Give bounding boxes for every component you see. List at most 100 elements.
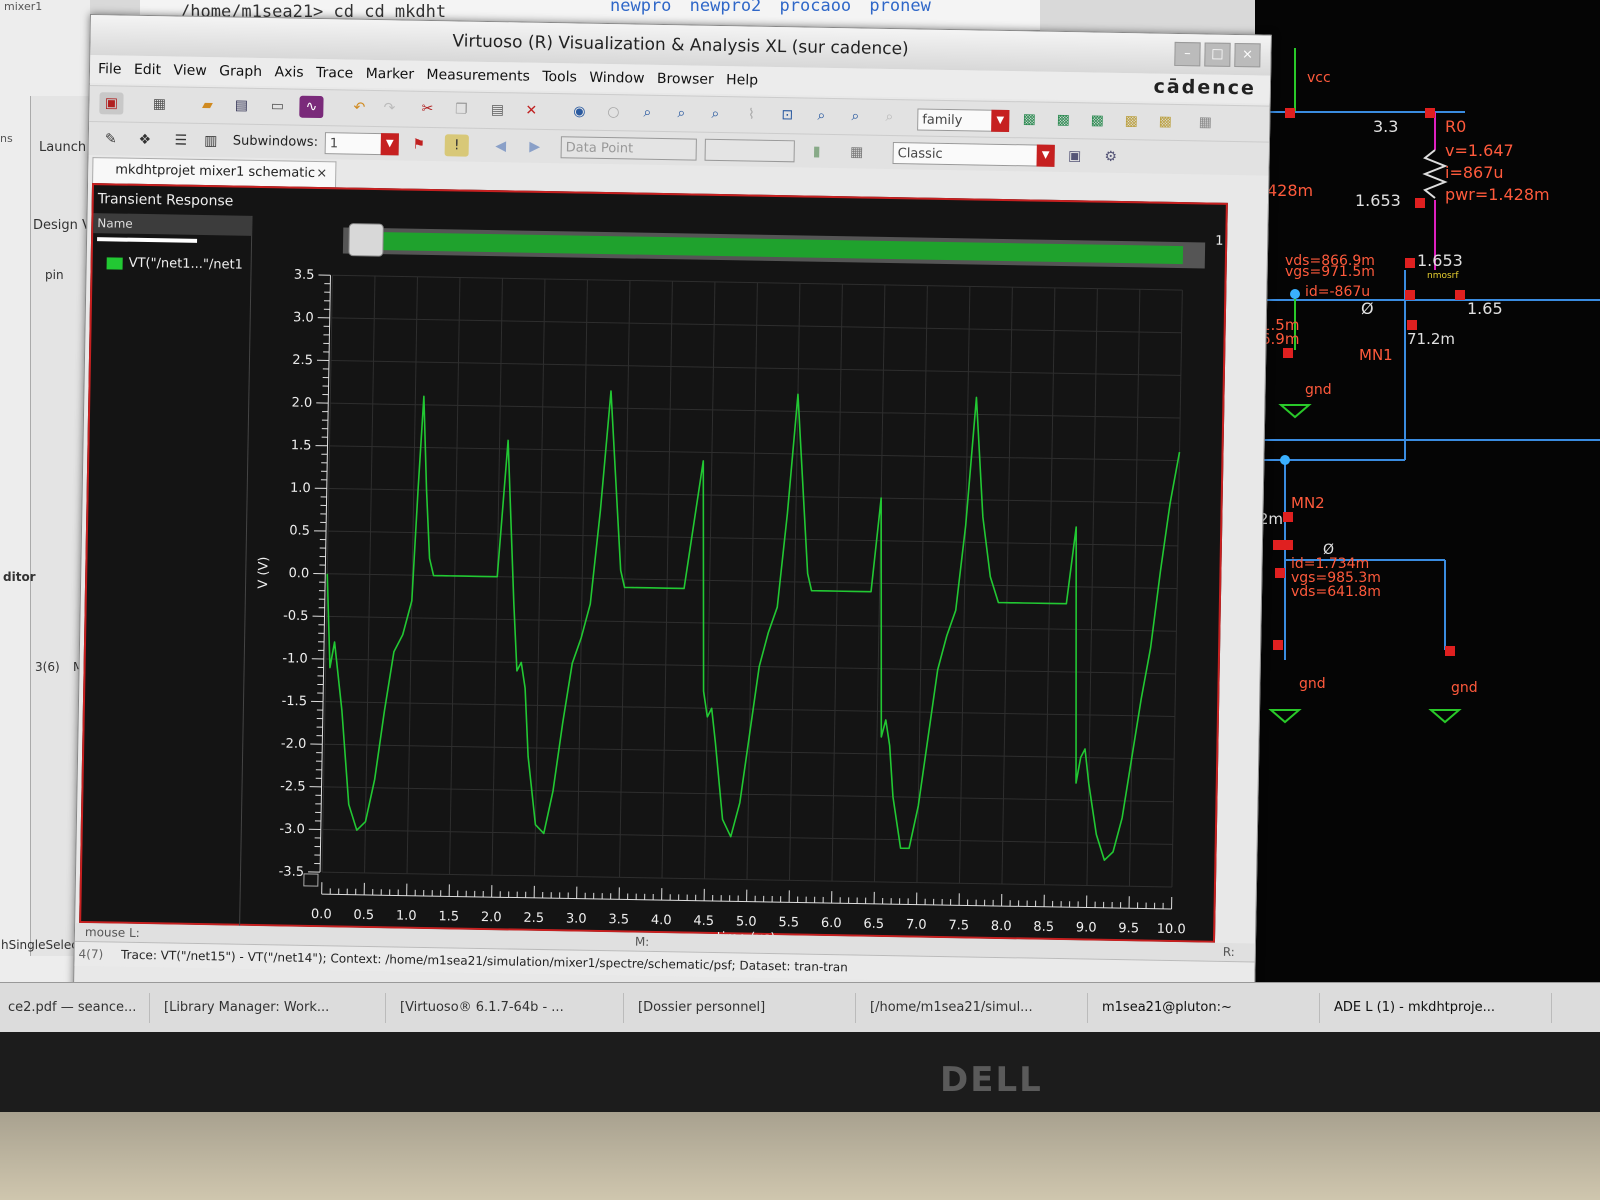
delete-icon[interactable]: ✕ — [519, 100, 543, 122]
trace-name[interactable]: VT("/net1..."/net1 — [129, 256, 243, 273]
window-icon[interactable]: ▣ — [1062, 145, 1086, 167]
waveform-icon[interactable]: ∿ — [299, 95, 324, 119]
schematic-label: 1.653 — [1355, 191, 1401, 210]
data-point-select[interactable]: Data Point — [560, 136, 697, 161]
stop-icon[interactable]: ○ — [601, 101, 625, 123]
new-window-icon[interactable]: ▣ — [99, 92, 124, 115]
flag-icon[interactable]: ⚑ — [407, 134, 431, 156]
minimize-button[interactable]: – — [1174, 41, 1201, 67]
subwindow-number: 1 — [1215, 234, 1224, 249]
menu-browser[interactable]: Browser — [657, 71, 714, 88]
legend-header: Name — [93, 213, 252, 236]
y-tick-label: -2.5 — [280, 779, 306, 794]
task-terminal-path[interactable]: [/home/m1sea21/simul... — [862, 993, 1088, 1023]
cut-icon[interactable]: ✂ — [415, 98, 439, 120]
data-point-value: Data Point — [565, 140, 634, 157]
graph-area[interactable]: Transient Response Name VT("/net1..."/ne… — [79, 183, 1228, 943]
x-tick-label: 6.5 — [863, 917, 884, 932]
grid-icon[interactable]: ▦ — [1193, 111, 1217, 133]
task-dossier[interactable]: [Dossier personnel] — [630, 993, 856, 1023]
zoom-box-icon[interactable]: ⊡ — [775, 104, 799, 126]
menu-window[interactable]: Window — [589, 70, 644, 87]
subwindows-select[interactable]: 1 ▼ — [324, 132, 399, 156]
menu-edit[interactable]: Edit — [134, 62, 161, 78]
bar-chart-icon[interactable]: ▮ — [805, 140, 829, 162]
magnify-icon[interactable]: ⌕ — [877, 106, 901, 128]
back-arrow-icon[interactable]: ◀ — [489, 135, 513, 157]
mouse-right-status: R: — [1222, 944, 1235, 960]
menu-measurements[interactable]: Measurements — [426, 67, 530, 85]
chart-icon[interactable]: ▩ — [1119, 110, 1143, 132]
x-tick-label: 9.0 — [1076, 920, 1097, 935]
zoom-fit-icon[interactable]: ⌕ — [635, 102, 659, 124]
zoom-y-icon[interactable]: ⌕ — [809, 105, 833, 127]
columns-icon[interactable]: ▥ — [199, 130, 223, 152]
x-tick-label: 8.0 — [991, 919, 1012, 934]
waveform-plot[interactable]: 1 3.5 3.0 2.5 2.0 1.5 1.0 0.5 0.0 -0.5 -1.0 -1.5 -2.… — [241, 216, 1225, 943]
task-library-manager[interactable]: [Library Manager: Work... — [156, 993, 386, 1023]
pin-item[interactable]: pin — [45, 268, 64, 282]
tab-label: mkdhtprojet mixer1 schematic — [115, 162, 316, 181]
copy-icon[interactable]: ❐ — [449, 98, 473, 120]
legend-selection-bar — [97, 237, 198, 243]
pin-square — [1273, 540, 1283, 550]
schematic-label: pwr=1.428m — [1445, 185, 1550, 204]
task-virtuoso[interactable]: [Virtuoso® 6.1.7-64b - ... — [392, 993, 624, 1023]
menu-axis[interactable]: Axis — [274, 64, 303, 81]
stack-icon[interactable]: ▩ — [1051, 109, 1075, 131]
menu-tools[interactable]: Tools — [542, 69, 577, 86]
redo-icon[interactable]: ↷ — [377, 97, 401, 119]
open-folder-icon[interactable]: ▰ — [195, 94, 219, 116]
calculator-icon[interactable]: ▦ — [845, 141, 869, 163]
wand-icon[interactable]: ✎ — [99, 128, 123, 150]
style-select[interactable]: Classic ▼ — [892, 142, 1055, 167]
maximize-button[interactable]: □ — [1204, 42, 1231, 67]
undo-icon[interactable]: ↶ — [347, 97, 371, 119]
close-button[interactable]: × — [1234, 42, 1261, 68]
print-icon[interactable]: ▭ — [265, 95, 289, 117]
trace-color-swatch[interactable] — [106, 257, 123, 270]
paste-icon[interactable]: ▤ — [485, 99, 509, 121]
cards-icon[interactable]: ❖ — [133, 129, 157, 151]
x-tick-label: 5.5 — [778, 915, 799, 930]
task-ade[interactable]: ADE L (1) - mkdhtproje... — [1326, 993, 1552, 1023]
family-value: family — [922, 112, 963, 129]
schematic-label: 428m — [1267, 181, 1313, 200]
chevron-down-icon[interactable]: ▼ — [1036, 144, 1055, 167]
zoom-in-icon[interactable]: ⌕ — [669, 102, 693, 124]
monitor-brand: DELL — [940, 1060, 1043, 1100]
y-tick-label: 1.0 — [290, 481, 311, 496]
schematic-window[interactable]: vcc 3.3 R0 v=1.647 i=867u pwr=1.428m 428m 1.653… — [1255, 0, 1600, 1000]
data-point-field[interactable] — [704, 138, 795, 163]
chevron-down-icon[interactable]: ▼ — [991, 109, 1010, 133]
forward-arrow-icon[interactable]: ▶ — [523, 136, 547, 158]
menu-graph[interactable]: Graph — [219, 63, 262, 80]
menu-view[interactable]: View — [173, 62, 207, 79]
style-value: Classic — [897, 146, 943, 162]
menu-file[interactable]: File — [98, 61, 122, 77]
menu-marker[interactable]: Marker — [366, 66, 415, 83]
zoom-x-icon[interactable]: ⌇ — [739, 103, 763, 125]
strip-icon[interactable]: ▩ — [1017, 108, 1041, 130]
menu-trace[interactable]: Trace — [316, 65, 353, 82]
ns-label: ns — [0, 132, 13, 145]
refresh-icon[interactable]: ◉ — [567, 100, 591, 122]
chevron-down-icon[interactable]: ▼ — [380, 133, 399, 156]
layout-icon[interactable]: ▦ — [147, 93, 171, 115]
close-icon[interactable]: × — [316, 162, 327, 186]
rows-icon[interactable]: ☰ — [169, 129, 193, 151]
menu-help[interactable]: Help — [726, 72, 758, 89]
settings-icon[interactable]: ⚙ — [1098, 146, 1122, 168]
task-pdf[interactable]: ce2.pdf — seance... — [0, 993, 150, 1023]
info-icon[interactable]: ! — [444, 134, 469, 157]
save-icon[interactable]: ▤ — [229, 94, 253, 116]
pan-icon[interactable]: ⌕ — [843, 105, 867, 127]
family-select[interactable]: family ▼ — [917, 108, 1010, 133]
zoom-out-icon[interactable]: ⌕ — [703, 103, 727, 125]
schematic-canvas[interactable]: vcc 3.3 R0 v=1.647 i=867u pwr=1.428m 428m 1.653… — [1255, 0, 1600, 1000]
launch-menu[interactable]: Launch — [39, 140, 86, 155]
schematic-label: 1.653 — [1417, 251, 1463, 270]
eye-diagram-icon[interactable]: ▩ — [1153, 111, 1177, 133]
overlay-icon[interactable]: ▩ — [1085, 109, 1109, 131]
task-terminal-user[interactable]: m1sea21@pluton:~ — [1094, 993, 1320, 1023]
